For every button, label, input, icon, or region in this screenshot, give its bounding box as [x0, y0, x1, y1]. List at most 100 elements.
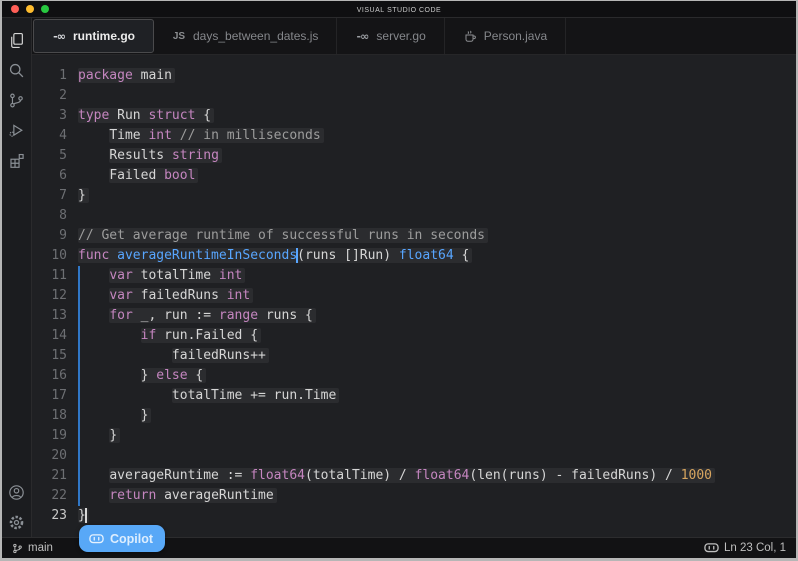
- line-number[interactable]: 12: [32, 286, 74, 306]
- tab-days_between_dates.js[interactable]: JS days_between_dates.js: [154, 18, 337, 54]
- code-line[interactable]: 4 Time int // in milliseconds: [32, 126, 796, 146]
- line-number[interactable]: 22: [32, 486, 74, 506]
- run-debug-icon[interactable]: [4, 115, 30, 145]
- minimize-window-button[interactable]: [26, 5, 34, 13]
- line-number[interactable]: 23: [32, 506, 74, 526]
- code-line[interactable]: 20: [32, 446, 796, 466]
- line-number[interactable]: 9: [32, 226, 74, 246]
- line-content: }: [78, 406, 151, 426]
- activity-bar: [2, 18, 32, 537]
- line-content: }: [78, 506, 89, 526]
- code-line[interactable]: 12 var failedRuns int: [32, 286, 796, 306]
- tab-label: server.go: [376, 29, 425, 43]
- tab-runtime.go[interactable]: -∞runtime.go: [33, 19, 154, 53]
- code-line[interactable]: 21 averageRuntime := float64(totalTime) …: [32, 466, 796, 486]
- cursor-position-text: Ln 23 Col, 1: [724, 542, 786, 554]
- settings-gear-icon[interactable]: [4, 507, 30, 537]
- line-number[interactable]: 15: [32, 346, 74, 366]
- tab-Person.java[interactable]: Person.java: [445, 18, 566, 54]
- line-content: return averageRuntime: [78, 486, 277, 506]
- line-content: if run.Failed {: [78, 326, 261, 346]
- code-editor[interactable]: 1package main23type Run struct {4 Time i…: [32, 55, 796, 537]
- line-number[interactable]: 13: [32, 306, 74, 326]
- code-line[interactable]: 16 } else {: [32, 366, 796, 386]
- line-content: }: [78, 186, 89, 206]
- line-number[interactable]: 17: [32, 386, 74, 406]
- tab-bar: -∞runtime.go JS days_between_dates.js -∞ ser…: [32, 18, 796, 55]
- line-number[interactable]: 1: [32, 66, 74, 86]
- code-line[interactable]: 22 return averageRuntime: [32, 486, 796, 506]
- copilot-goggles-icon: [89, 533, 104, 545]
- search-icon[interactable]: [4, 55, 30, 85]
- line-content: package main: [78, 66, 175, 86]
- code-line[interactable]: 23}: [32, 506, 796, 526]
- vscode-window: Visual Studio Code: [0, 0, 798, 561]
- code-line[interactable]: 18 }: [32, 406, 796, 426]
- code-line[interactable]: 19 }: [32, 426, 796, 446]
- line-number[interactable]: 11: [32, 266, 74, 286]
- code-line[interactable]: 3type Run struct {: [32, 106, 796, 126]
- line-number[interactable]: 16: [32, 366, 74, 386]
- source-control-icon[interactable]: [4, 85, 30, 115]
- text-cursor: [85, 508, 87, 523]
- code-lines: 1package main23type Run struct {4 Time i…: [32, 66, 796, 526]
- line-content: }: [78, 426, 120, 446]
- line-number[interactable]: 5: [32, 146, 74, 166]
- line-number[interactable]: 3: [32, 106, 74, 126]
- git-branch-icon: [12, 542, 23, 555]
- java-file-icon: [463, 29, 477, 43]
- code-line[interactable]: 9// Get average runtime of successful ru…: [32, 226, 796, 246]
- go-file-icon: -∞: [355, 30, 369, 43]
- account-icon[interactable]: [4, 477, 30, 507]
- code-line[interactable]: 1package main: [32, 66, 796, 86]
- tab-server.go[interactable]: -∞ server.go: [337, 18, 444, 54]
- tab-label: days_between_dates.js: [193, 29, 318, 43]
- line-number[interactable]: 20: [32, 446, 74, 466]
- line-number[interactable]: 21: [32, 466, 74, 486]
- line-number[interactable]: 19: [32, 426, 74, 446]
- javascript-file-icon: JS: [172, 31, 186, 42]
- title-bar: Visual Studio Code: [2, 1, 796, 18]
- line-number[interactable]: 7: [32, 186, 74, 206]
- code-line[interactable]: 10func averageRuntimeInSeconds(runs []Ru…: [32, 246, 796, 266]
- line-number[interactable]: 8: [32, 206, 74, 226]
- cursor-position-indicator[interactable]: Ln 23 Col, 1: [704, 542, 786, 554]
- line-number[interactable]: 4: [32, 126, 74, 146]
- line-content: } else {: [78, 366, 206, 386]
- code-line[interactable]: 6 Failed bool: [32, 166, 796, 186]
- code-line[interactable]: 15 failedRuns++: [32, 346, 796, 366]
- line-content: Time int // in milliseconds: [78, 126, 324, 146]
- close-window-button[interactable]: [11, 5, 19, 13]
- copilot-button-label: Copilot: [110, 532, 153, 546]
- line-content: for _, run := range runs {: [78, 306, 316, 326]
- explorer-icon[interactable]: [4, 25, 30, 55]
- line-number[interactable]: 6: [32, 166, 74, 186]
- code-line[interactable]: 17 totalTime += run.Time: [32, 386, 796, 406]
- active-indent-guide: [78, 266, 80, 506]
- line-number[interactable]: 18: [32, 406, 74, 426]
- line-content: totalTime += run.Time: [78, 386, 339, 406]
- line-content: Failed bool: [78, 166, 198, 186]
- maximize-window-button[interactable]: [41, 5, 49, 13]
- code-line[interactable]: 8: [32, 206, 796, 226]
- code-line[interactable]: 13 for _, run := range runs {: [32, 306, 796, 326]
- line-number[interactable]: 10: [32, 246, 74, 266]
- code-line[interactable]: 2: [32, 86, 796, 106]
- tab-label: runtime.go: [73, 29, 135, 43]
- line-number[interactable]: 2: [32, 86, 74, 106]
- tab-label: Person.java: [484, 29, 547, 43]
- code-line[interactable]: 5 Results string: [32, 146, 796, 166]
- code-line[interactable]: 7}: [32, 186, 796, 206]
- line-content: func averageRuntimeInSeconds(runs []Run)…: [78, 246, 472, 266]
- extensions-icon[interactable]: [4, 145, 30, 175]
- window-title: Visual Studio Code: [357, 4, 441, 15]
- window-controls: [11, 1, 49, 17]
- code-line[interactable]: 14 if run.Failed {: [32, 326, 796, 346]
- line-content: type Run struct {: [78, 106, 214, 126]
- branch-name: main: [28, 542, 53, 554]
- copilot-button[interactable]: Copilot: [79, 525, 165, 552]
- line-number[interactable]: 14: [32, 326, 74, 346]
- git-branch-indicator[interactable]: main: [12, 542, 53, 555]
- code-line[interactable]: 11 var totalTime int: [32, 266, 796, 286]
- line-content: // Get average runtime of successful run…: [78, 226, 488, 246]
